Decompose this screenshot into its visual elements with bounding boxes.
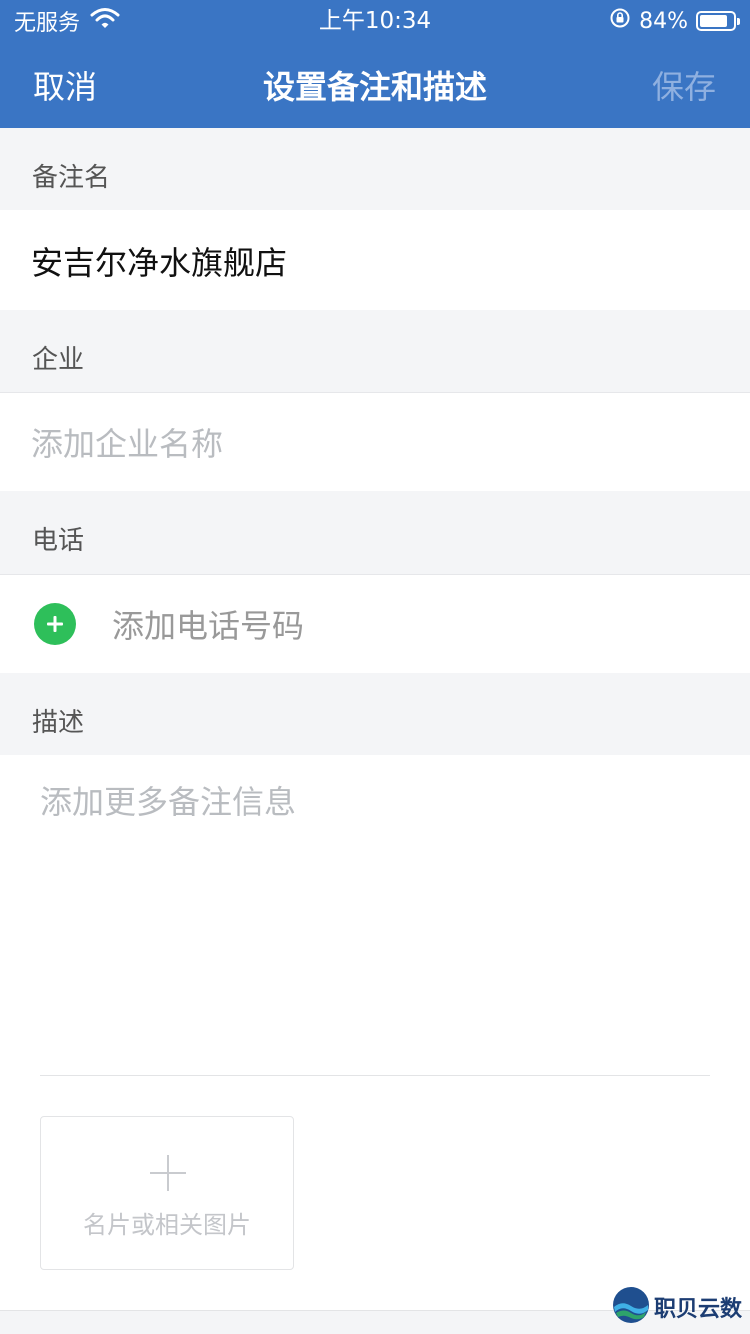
battery-percent: 84% [639,8,688,34]
status-right: 84% [609,6,740,36]
add-phone-label: 添加电话号码 [112,607,305,645]
battery-fill [700,15,727,27]
add-phone-icon[interactable] [34,603,76,645]
add-photo-button[interactable]: 名片或相关图片 [40,1116,294,1270]
battery-icon [696,11,740,31]
save-button[interactable]: 保存 [652,62,716,108]
description-area: 添加更多备注信息 名片或相关图片 [0,755,750,1310]
add-phone-row[interactable]: 添加电话号码 [0,575,750,673]
company-section-label: 企业 [0,310,750,392]
description-divider [40,1075,710,1076]
description-section-label: 描述 [0,673,750,755]
header: 无服务 上午10:34 84% 取消 设置备注和描述 保存 [0,0,750,128]
add-photo-icon [148,1153,188,1197]
add-photo-label: 名片或相关图片 [83,1211,251,1239]
company-placeholder: 添加企业名称 [31,425,224,463]
remark-field[interactable]: 安吉尔净水旗舰店 [0,212,750,310]
company-field[interactable]: 添加企业名称 [0,393,750,491]
description-input[interactable]: 添加更多备注信息 [40,777,296,823]
nav-bar: 取消 设置备注和描述 保存 [0,40,750,128]
watermark: 职贝云数 [612,1286,742,1328]
remark-value: 安吉尔净水旗舰店 [31,244,288,282]
watermark-logo-icon [612,1286,650,1328]
page-title: 设置备注和描述 [262,68,487,106]
phone-section-label: 电话 [0,491,750,574]
remark-section-label: 备注名 [0,128,750,210]
watermark-text: 职贝云数 [653,1297,742,1322]
status-bar: 无服务 上午10:34 84% [0,0,750,40]
rotation-lock-icon [609,7,631,35]
